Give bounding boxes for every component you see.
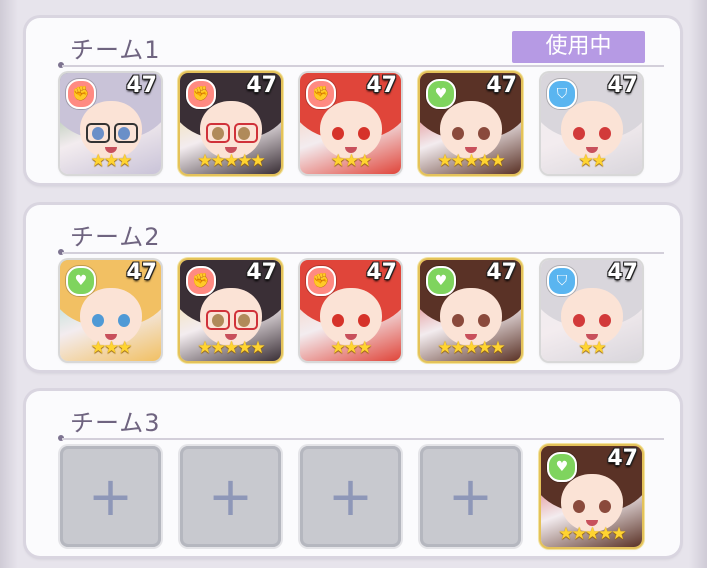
team-title: チーム3 <box>70 409 161 437</box>
attack-fist-icon: ✊ <box>306 79 336 109</box>
character-slot[interactable]: ✊ 47 ★★★ <box>300 73 401 174</box>
attack-fist-icon: ✊ <box>186 266 216 296</box>
defense-shield-icon: ⛉ <box>547 79 577 109</box>
portrait-eye <box>452 314 464 327</box>
support-heart-icon: ♥ <box>66 266 96 296</box>
in-use-badge: 使用中 <box>512 31 645 63</box>
character-level: 47 <box>126 73 157 98</box>
star-rank: ★★ <box>578 151 606 171</box>
character-slot[interactable]: ♥ 47 ★★★★★ <box>541 446 642 547</box>
team-panel-1[interactable]: チーム1 使用中 ✊ 47 ★★★ ✊ 47 ★★★★★ ✊ 47 ★★★ ♥ 47 ★★★★★ ⛉ 47 ★★ <box>26 18 680 183</box>
character-slot[interactable]: ♥ 47 ★★★★★ <box>420 73 521 174</box>
character-level: 47 <box>486 260 517 285</box>
star-rank: ★★★★★ <box>197 338 265 358</box>
attack-fist-icon: ✊ <box>306 266 336 296</box>
portrait-glasses <box>234 310 258 330</box>
portrait-eye <box>599 127 611 140</box>
empty-member-slot[interactable]: + <box>420 446 521 547</box>
team-title: チーム2 <box>70 223 161 251</box>
attack-fist-icon: ✊ <box>66 79 96 109</box>
title-underline <box>62 65 664 67</box>
portrait-glasses <box>86 123 110 143</box>
add-member-plus-icon: + <box>447 465 494 528</box>
portrait-eye <box>573 314 585 327</box>
portrait-eye <box>92 314 104 327</box>
character-slot[interactable]: ⛉ 47 ★★ <box>541 73 642 174</box>
character-level: 47 <box>246 73 277 98</box>
star-rank: ★★★ <box>330 151 373 171</box>
star-rank: ★★★ <box>90 338 133 358</box>
character-slot[interactable]: ✊ 47 ★★★ <box>300 260 401 361</box>
portrait-eye <box>599 314 611 327</box>
add-member-plus-icon: + <box>327 465 374 528</box>
portrait-eye <box>599 500 611 513</box>
portrait-eye <box>478 314 490 327</box>
title-underline <box>62 438 664 440</box>
character-slot[interactable]: ⛉ 47 ★★ <box>541 260 642 361</box>
star-rank: ★★★★★ <box>437 338 505 358</box>
star-rank: ★★ <box>578 338 606 358</box>
character-level: 47 <box>486 73 517 98</box>
portrait-eye <box>358 314 370 327</box>
portrait-eye <box>358 127 370 140</box>
star-rank: ★★★★★ <box>558 524 626 544</box>
title-underline <box>62 252 664 254</box>
portrait-eye <box>118 314 130 327</box>
portrait-eye <box>332 127 344 140</box>
character-slot[interactable]: ♥ 47 ★★★★★ <box>420 260 521 361</box>
portrait-eye <box>573 500 585 513</box>
character-level: 47 <box>607 73 638 98</box>
portrait-glasses <box>234 123 258 143</box>
character-level: 47 <box>366 73 397 98</box>
portrait-eye <box>452 127 464 140</box>
add-member-plus-icon: + <box>87 465 134 528</box>
character-level: 47 <box>607 260 638 285</box>
portrait-glasses <box>206 123 230 143</box>
portrait-glasses <box>206 310 230 330</box>
character-slot[interactable]: ✊ 47 ★★★ <box>60 73 161 174</box>
star-rank: ★★★ <box>90 151 133 171</box>
character-level: 47 <box>126 260 157 285</box>
character-slot[interactable]: ✊ 47 ★★★★★ <box>180 73 281 174</box>
star-rank: ★★★ <box>330 338 373 358</box>
star-rank: ★★★★★ <box>197 151 265 171</box>
empty-member-slot[interactable]: + <box>180 446 281 547</box>
character-slot[interactable]: ✊ 47 ★★★★★ <box>180 260 281 361</box>
defense-shield-icon: ⛉ <box>547 266 577 296</box>
team-title: チーム1 <box>70 36 161 64</box>
support-heart-icon: ♥ <box>426 79 456 109</box>
empty-member-slot[interactable]: + <box>300 446 401 547</box>
portrait-eye <box>573 127 585 140</box>
character-level: 47 <box>607 446 638 471</box>
add-member-plus-icon: + <box>207 465 254 528</box>
character-level: 47 <box>246 260 277 285</box>
support-heart-icon: ♥ <box>426 266 456 296</box>
team-panel-2[interactable]: チーム2 ♥ 47 ★★★ ✊ 47 ★★★★★ ✊ 47 ★★★ ♥ 47 ★★★★★ ⛉ 47 ★★ <box>26 205 680 370</box>
star-rank: ★★★★★ <box>437 151 505 171</box>
support-heart-icon: ♥ <box>547 452 577 482</box>
portrait-eye <box>332 314 344 327</box>
portrait-glasses <box>114 123 138 143</box>
character-level: 47 <box>366 260 397 285</box>
empty-member-slot[interactable]: + <box>60 446 161 547</box>
attack-fist-icon: ✊ <box>186 79 216 109</box>
portrait-eye <box>478 127 490 140</box>
character-slot[interactable]: ♥ 47 ★★★ <box>60 260 161 361</box>
team-panel-3[interactable]: チーム3 + + + + ♥ 47 ★★★★★ <box>26 391 680 556</box>
